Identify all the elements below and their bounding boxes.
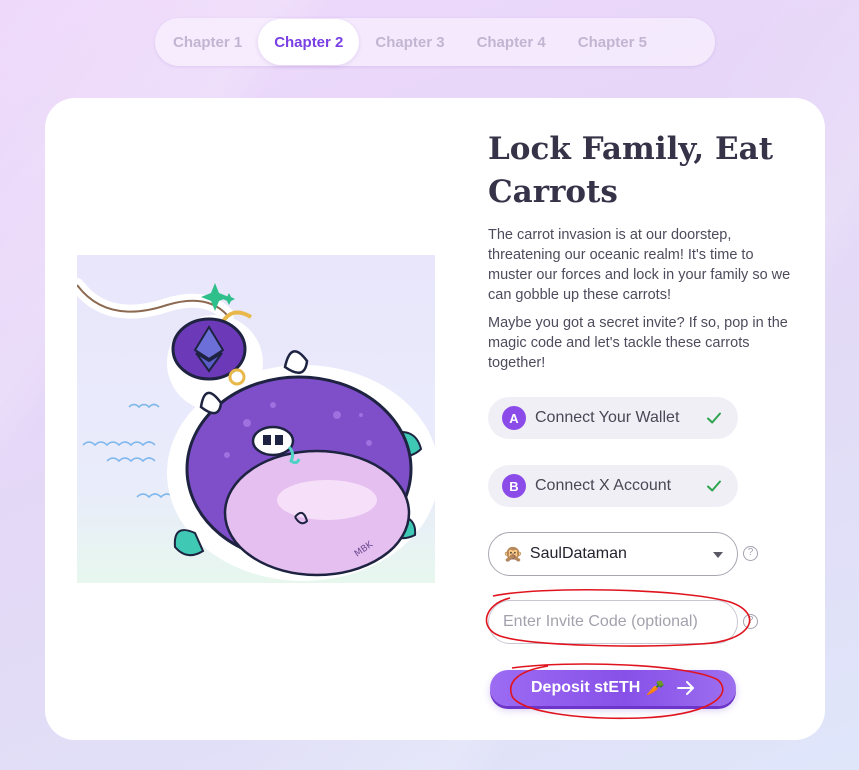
- connect-x-label: Connect X Account: [535, 477, 672, 494]
- deposit-label: Deposit stETH: [530, 679, 641, 696]
- avatar: 🙊: [503, 544, 523, 563]
- connect-wallet-label: Connect Your Wallet: [535, 409, 680, 426]
- pufferfish-artwork: MBK: [77, 255, 435, 583]
- account-select-value: SaulDataman: [529, 545, 627, 562]
- check-icon: [707, 480, 721, 492]
- tab-chapter-2[interactable]: Chapter 2: [258, 19, 360, 65]
- tab-chapter-5[interactable]: Chapter 5: [562, 19, 663, 65]
- tab-chapter-3[interactable]: Chapter 3: [359, 19, 460, 65]
- invite-hint: Maybe you got a secret invite? If so, po…: [488, 315, 788, 371]
- chevron-down-icon: [713, 552, 723, 558]
- deposit-steth-button[interactable]: Deposit stETH 🥕: [490, 670, 736, 706]
- chapter-description: The carrot invasion is at our doorstep, …: [488, 227, 791, 303]
- invite-code-input[interactable]: [488, 600, 738, 644]
- invite-help-icon[interactable]: ?: [743, 614, 758, 629]
- check-icon: [707, 412, 721, 424]
- tab-chapter-1[interactable]: Chapter 1: [157, 19, 258, 65]
- connect-x-step[interactable]: B Connect X Account: [488, 465, 738, 507]
- tab-chapter-4[interactable]: Chapter 4: [461, 19, 562, 65]
- connect-wallet-step[interactable]: A Connect Your Wallet: [488, 397, 738, 439]
- account-select[interactable]: 🙊 SaulDataman: [488, 532, 738, 576]
- arrow-right-icon: [677, 681, 695, 695]
- step-badge-a: A: [502, 406, 526, 430]
- step-badge-b: B: [502, 474, 526, 498]
- chapter-tabs: Chapter 1 Chapter 2 Chapter 3 Chapter 4 …: [155, 18, 715, 66]
- chapter-card: MBK Lock Family, Eat Carrots The carrot …: [45, 98, 825, 740]
- account-help-icon[interactable]: ?: [743, 546, 758, 561]
- chapter-title: Lock Family, Eat Carrots: [488, 131, 774, 210]
- carrot-icon: 🥕: [646, 680, 666, 697]
